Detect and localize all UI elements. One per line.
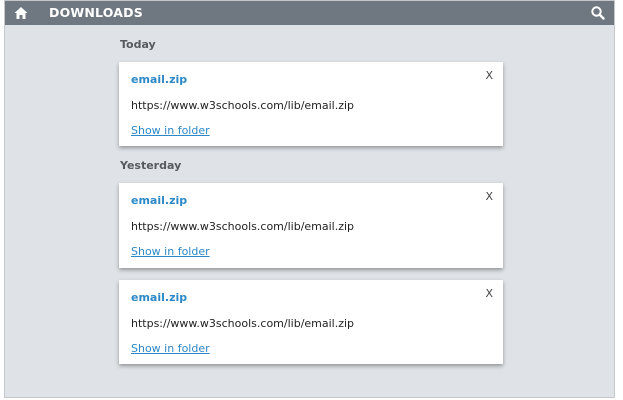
close-button[interactable]: X (485, 287, 493, 300)
file-url: https://www.w3schools.com/lib/email.zip (131, 99, 355, 112)
show-in-folder-link[interactable]: Show in folder (131, 124, 210, 137)
file-name-link[interactable]: email.zip (131, 194, 187, 207)
page-title: DOWNLOADS (49, 5, 143, 20)
download-card: email.zip https://www.w3schools.com/lib/… (119, 280, 503, 364)
downloads-window: DOWNLOADS Today email.zip https://www.w3… (4, 0, 615, 398)
download-card: email.zip https://www.w3schools.com/lib/… (119, 62, 503, 146)
close-button[interactable]: X (485, 69, 493, 82)
show-in-folder-link[interactable]: Show in folder (131, 245, 210, 258)
file-url: https://www.w3schools.com/lib/email.zip (131, 317, 355, 330)
home-icon[interactable] (13, 5, 29, 21)
file-name-link[interactable]: email.zip (131, 291, 187, 304)
show-in-folder-link[interactable]: Show in folder (131, 342, 210, 355)
close-button[interactable]: X (485, 190, 493, 203)
file-name-link[interactable]: email.zip (131, 73, 187, 86)
download-card: email.zip https://www.w3schools.com/lib/… (119, 183, 503, 268)
search-icon[interactable] (590, 5, 606, 21)
file-url: https://www.w3schools.com/lib/email.zip (131, 220, 355, 233)
section-heading-yesterday: Yesterday (120, 159, 182, 172)
top-bar: DOWNLOADS (5, 1, 614, 25)
section-heading-today: Today (120, 38, 156, 51)
